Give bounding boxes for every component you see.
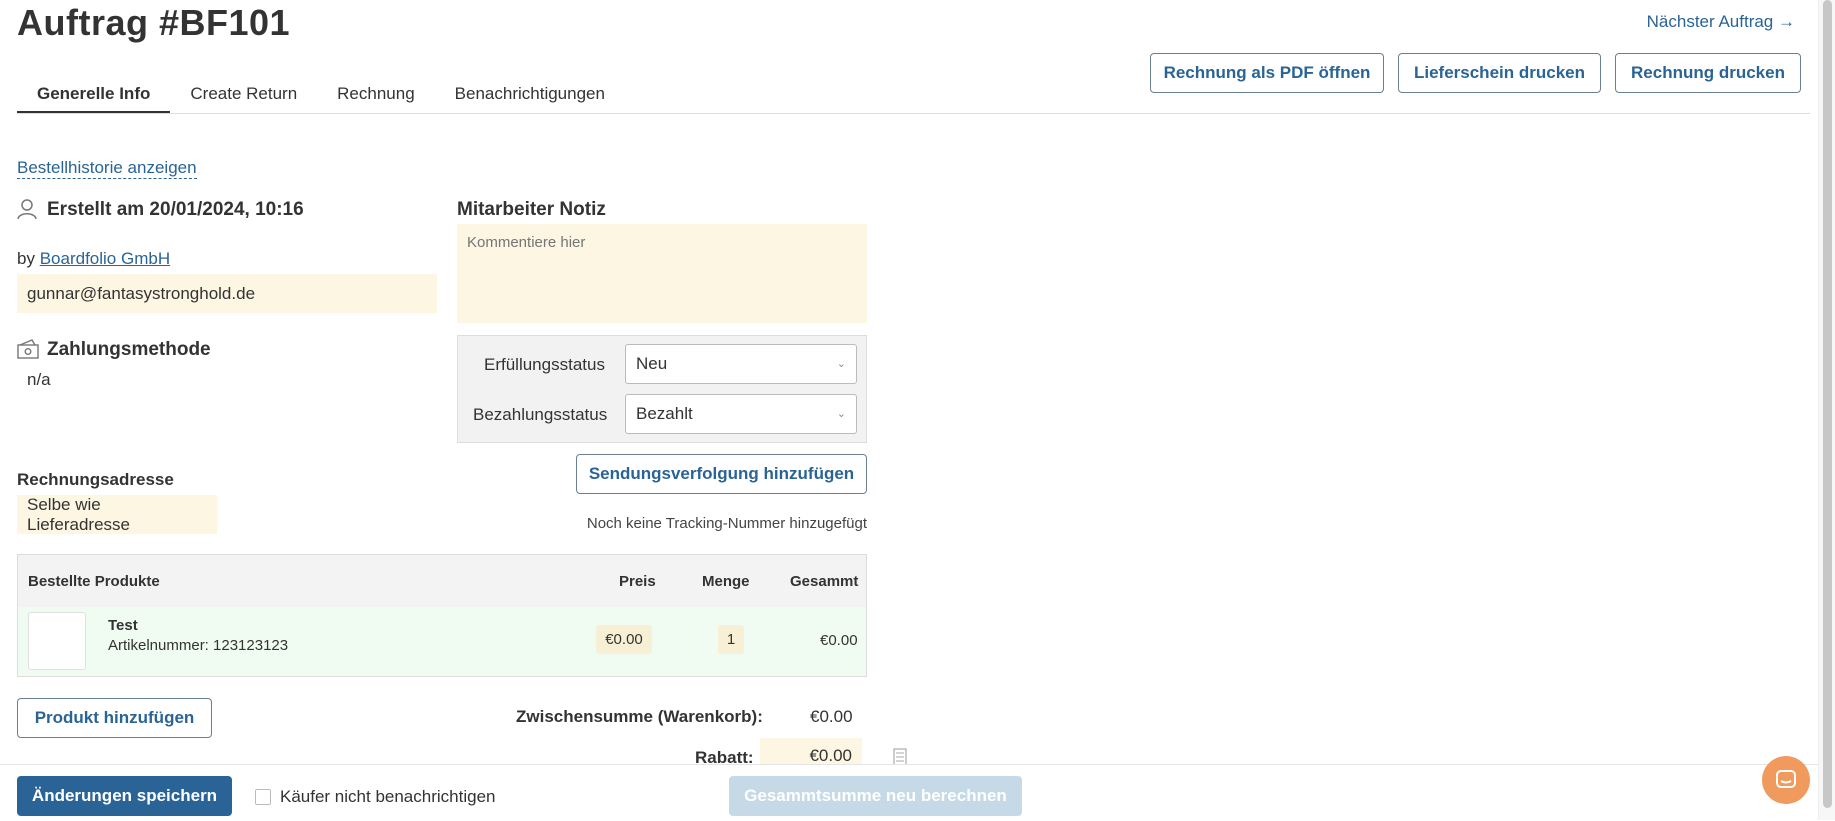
products-table: Bestellte Produkte Preis Menge Gesammt T… [17,554,867,677]
product-sku: Artikelnummer: 123123123 [108,637,288,654]
sku-value: 123123123 [213,637,289,654]
product-total: €0.00 [820,632,858,649]
tab-create-return[interactable]: Create Return [170,78,317,114]
chevron-down-icon: ⌄ [836,408,846,420]
fulfillment-status-label: Erfüllungsstatus [484,355,605,374]
billing-address-value[interactable]: Selbe wie Lieferadresse [17,495,217,534]
subtotal-label: Zwischensumme (Warenkorb): [516,707,763,726]
tracking-note: Noch keine Tracking-Nummer hinzugefügt [586,515,867,532]
col-product: Bestellte Produkte [28,573,160,590]
payment-status-select[interactable]: Bezahlt ⌄ [625,394,857,434]
staff-note-heading: Mitarbeiter Notiz [457,199,606,220]
payment-method-heading: Zahlungsmethode [47,339,211,360]
product-thumbnail [28,612,86,670]
scrollbar-thumb[interactable] [1823,0,1832,808]
fulfillment-status-select[interactable]: Neu ⌄ [625,344,857,384]
recalculate-total-button[interactable]: Gesammtsumme neu berechnen [729,776,1022,816]
user-icon [17,198,37,225]
page-title: Auftrag #BF101 [17,2,291,43]
created-by-prefix: by [17,249,35,268]
billing-address-heading: Rechnungsadresse [17,470,174,489]
print-delivery-note-button[interactable]: Lieferschein drucken [1398,53,1601,93]
payment-icon [17,339,39,364]
company-link[interactable]: Boardfolio GmbH [40,249,170,268]
created-by: by Boardfolio GmbH [17,249,170,269]
tab-invoice[interactable]: Rechnung [317,78,435,114]
table-row: Test Artikelnummer: 123123123 €0.00 1 €0… [18,607,866,676]
chat-launcher[interactable] [1762,756,1810,804]
subtotal-value: €0.00 [810,707,853,726]
col-quantity: Menge [702,573,750,590]
no-notify-label: Käufer nicht benachrichtigen [280,787,496,806]
sku-label: Artikelnummer: [108,637,209,654]
staff-note-input[interactable] [457,224,867,323]
no-notify-checkbox[interactable] [255,789,271,805]
next-order-link[interactable]: Nächster Auftrag → [1647,12,1795,32]
col-total: Gesammt [790,573,859,590]
product-name: Test [108,617,138,634]
payment-status-label: Bezahlungsstatus [473,405,608,424]
status-panel: Erfüllungsstatus Neu ⌄ Bezahlungsstatus … [457,335,867,443]
chevron-down-icon: ⌄ [836,358,846,370]
open-pdf-invoice-button[interactable]: Rechnung als PDF öffnen [1150,53,1384,93]
bottom-action-bar: Änderungen speichern Käufer nicht benach… [0,764,1835,821]
chat-icon [1776,770,1796,788]
print-invoice-button[interactable]: Rechnung drucken [1615,53,1801,93]
fulfillment-status-value: Neu [636,354,668,373]
next-order-label: Nächster Auftrag [1646,12,1774,31]
table-header: Bestellte Produkte Preis Menge Gesammt [18,555,866,608]
payment-status-value: Bezahlt [636,404,693,423]
add-product-button[interactable]: Produkt hinzufügen [17,698,212,738]
payment-method-value: n/a [27,370,51,389]
add-tracking-button[interactable]: Sendungsverfolgung hinzufügen [576,454,867,494]
tab-general-info[interactable]: Generelle Info [17,78,171,114]
tab-divider [17,113,1810,114]
order-history-link[interactable]: Bestellhistorie anzeigen [17,158,197,179]
product-price[interactable]: €0.00 [596,625,652,654]
col-price: Preis [619,573,656,590]
save-changes-button[interactable]: Änderungen speichern [17,776,232,816]
tab-bar: Generelle Info Create Return Rechnung Be… [17,78,625,114]
customer-email[interactable]: gunnar@fantasystronghold.de [17,274,437,313]
created-at: Erstellt am 20/01/2024, 10:16 [47,199,304,220]
arrow-right-icon: → [1778,12,1795,31]
product-quantity[interactable]: 1 [718,625,744,654]
tab-notifications[interactable]: Benachrichtigungen [435,78,625,114]
